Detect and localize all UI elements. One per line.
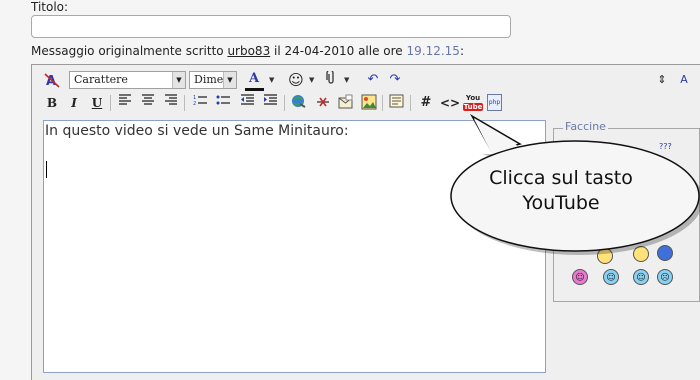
surprised-smiley-icon[interactable]: ☹ <box>657 269 673 285</box>
font-family-select[interactable]: Carattere ▼ <box>69 71 186 89</box>
smiley-insert-icon[interactable]: ☺ <box>287 71 305 89</box>
attachment-icon[interactable] <box>322 69 340 89</box>
callout-text: Clicca sul tasto YouTube <box>468 166 654 216</box>
quote-icon[interactable] <box>388 94 406 112</box>
font-color-label: A <box>248 71 260 86</box>
toolbar-separator <box>284 95 285 111</box>
underline-label: U <box>91 96 103 110</box>
code-button[interactable]: # <box>417 94 435 112</box>
undo-icon[interactable]: ↶ <box>364 71 382 89</box>
title-label: Titolo: <box>31 0 69 14</box>
unordered-list-icon[interactable] <box>214 94 232 112</box>
insert-image-icon[interactable] <box>360 94 378 112</box>
remove-format-icon[interactable]: A <box>43 72 61 90</box>
chevron-down-icon[interactable]: ▼ <box>344 76 349 84</box>
chevron-down-icon: ▼ <box>172 72 185 88</box>
message-text: In questo video si vede un Same Minitaur… <box>45 123 349 139</box>
original-message-line: Messaggio originalmente scritto urbo83 i… <box>31 44 464 58</box>
toolbar-separator <box>382 95 383 111</box>
font-size-select-value: Dime <box>194 73 224 86</box>
chevron-down-icon: ▼ <box>223 72 236 88</box>
align-left-icon[interactable] <box>116 94 134 112</box>
callout-line1: Clicca sul tasto <box>489 167 633 189</box>
outdent-icon[interactable] <box>238 94 256 112</box>
original-prefix: Messaggio originalmente scritto <box>31 44 228 58</box>
smiley-icon[interactable]: ☺ <box>603 269 619 285</box>
bold-button[interactable]: B <box>43 94 61 112</box>
code-label: # <box>420 95 432 110</box>
svg-text:2: 2 <box>193 101 196 106</box>
redo-icon[interactable]: ↷ <box>386 71 404 89</box>
font-family-select-value: Carattere <box>74 73 128 86</box>
toolbar-separator <box>110 95 111 111</box>
indent-icon[interactable] <box>261 94 279 112</box>
remove-link-icon[interactable] <box>314 94 332 112</box>
font-color-button[interactable]: A <box>245 70 263 88</box>
ordered-list-icon[interactable]: 12 <box>191 94 209 112</box>
toolbar-separator <box>410 95 411 111</box>
underline-button[interactable]: U <box>88 94 106 112</box>
font-size-select[interactable]: Dime ▼ <box>189 71 237 89</box>
title-input[interactable] <box>31 15 511 38</box>
original-user-link[interactable]: urbo83 <box>227 44 270 58</box>
resize-text-label: A <box>680 73 688 86</box>
chevron-down-icon[interactable]: ▼ <box>269 76 274 84</box>
bold-label: B <box>46 96 58 110</box>
insert-link-icon[interactable] <box>290 94 308 112</box>
font-color-swatch <box>245 88 264 91</box>
expand-vertical-icon[interactable]: ⇕ <box>653 71 671 89</box>
original-time: 19.12.15 <box>406 44 460 58</box>
smiley-icon[interactable]: ☺ <box>572 269 588 285</box>
resize-text-button[interactable]: A <box>675 71 693 89</box>
html-label: <> <box>440 96 461 110</box>
toolbar-separator <box>184 95 185 111</box>
php-label: php <box>487 94 502 111</box>
youtube-label-top: You <box>465 94 481 102</box>
original-mid: il 24-04-2010 alle ore <box>270 44 407 58</box>
insert-email-icon[interactable] <box>337 94 355 112</box>
cool-smiley-icon[interactable]: ☺ <box>633 269 649 285</box>
original-suffix: : <box>459 44 464 58</box>
italic-label: I <box>71 96 77 110</box>
chevron-down-icon[interactable]: ▼ <box>309 76 314 84</box>
callout-line2: YouTube <box>522 192 600 214</box>
italic-button[interactable]: I <box>65 94 83 112</box>
text-caret <box>46 161 47 178</box>
align-center-icon[interactable] <box>139 94 157 112</box>
align-right-icon[interactable] <box>162 94 180 112</box>
